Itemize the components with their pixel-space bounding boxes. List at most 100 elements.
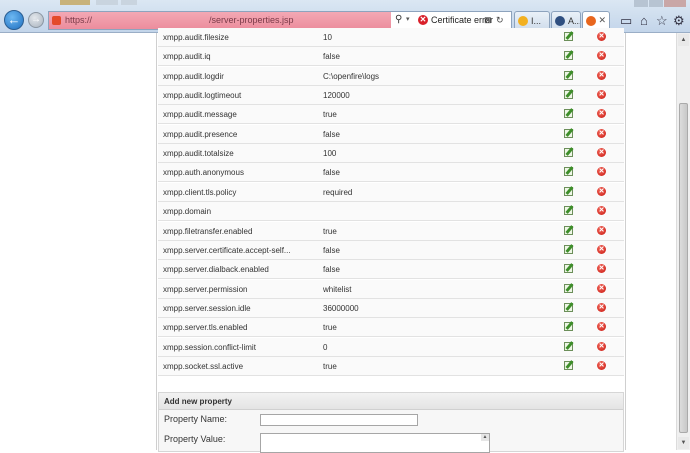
- property-row: xmpp.audit.logtimeout 120000 ✕: [158, 86, 624, 106]
- edit-icon[interactable]: [564, 302, 573, 312]
- property-row: xmpp.domain ✕: [158, 202, 624, 222]
- delete-icon[interactable]: ✕: [597, 90, 606, 100]
- edit-icon[interactable]: [564, 360, 573, 370]
- add-property-header: Add new property: [159, 393, 623, 410]
- minimize-button[interactable]: [634, 0, 648, 7]
- edit-icon[interactable]: [564, 32, 573, 41]
- forward-button[interactable]: →: [28, 12, 44, 28]
- favorites-star-icon[interactable]: ☆: [656, 14, 668, 27]
- close-window-button[interactable]: [664, 0, 686, 7]
- property-row: xmpp.audit.totalsize 100 ✕: [158, 144, 624, 164]
- edit-icon[interactable]: [564, 186, 573, 196]
- edit-icon[interactable]: [564, 109, 573, 119]
- property-row: xmpp.socket.ssl.active true ✕: [158, 356, 624, 376]
- property-name-input[interactable]: [260, 414, 418, 426]
- taskbar-item: [96, 0, 118, 5]
- delete-icon[interactable]: ✕: [597, 264, 606, 274]
- edit-icon[interactable]: [564, 264, 573, 274]
- delete-icon[interactable]: ✕: [597, 244, 606, 254]
- back-button[interactable]: ←: [4, 10, 24, 30]
- property-row: xmpp.audit.filesize 10 ✕: [158, 28, 624, 47]
- edit-icon[interactable]: [564, 167, 573, 177]
- property-row: xmpp.audit.presence false ✕: [158, 124, 624, 144]
- property-row: xmpp.server.certificate.accept-self... fa…: [158, 240, 624, 260]
- scroll-down-arrow-icon[interactable]: ▼: [678, 437, 689, 449]
- window-buttons: [633, 0, 686, 8]
- property-value: C:\openfire\logs: [323, 71, 380, 81]
- property-row: xmpp.session.conflict-limit 0 ✕: [158, 337, 624, 357]
- edit-icon[interactable]: [564, 225, 573, 235]
- edit-icon[interactable]: [564, 90, 573, 100]
- edit-icon[interactable]: [564, 206, 573, 216]
- property-name: xmpp.audit.totalsize: [163, 149, 234, 159]
- certificate-error-icon[interactable]: ✕: [418, 15, 428, 25]
- scrollbar-thumb[interactable]: [679, 103, 688, 433]
- delete-icon[interactable]: ✕: [597, 360, 606, 370]
- delete-icon[interactable]: ✕: [597, 70, 606, 80]
- property-name: xmpp.server.permission: [163, 284, 248, 294]
- textarea-scroll-up-icon[interactable]: ▲: [481, 434, 489, 441]
- delete-icon[interactable]: ✕: [597, 186, 606, 196]
- property-name: xmpp.session.conflict-limit: [163, 342, 256, 352]
- delete-icon[interactable]: ✕: [597, 32, 606, 41]
- property-name: xmpp.server.session.idle: [163, 303, 251, 313]
- delete-icon[interactable]: ✕: [597, 148, 606, 158]
- dropdown-caret-icon[interactable]: ▾: [406, 15, 410, 23]
- delete-icon[interactable]: ✕: [597, 302, 606, 312]
- edit-icon[interactable]: [564, 283, 573, 293]
- new-tab-button[interactable]: ▭: [620, 14, 632, 27]
- property-row: xmpp.server.tls.enabled true ✕: [158, 318, 624, 338]
- property-name: xmpp.audit.filesize: [163, 33, 229, 42]
- delete-icon[interactable]: ✕: [597, 341, 606, 351]
- settings-gear-icon[interactable]: ⚙: [673, 14, 685, 27]
- property-name: xmpp.domain: [163, 207, 212, 217]
- taskbar-item: [60, 0, 90, 5]
- delete-icon[interactable]: ✕: [597, 283, 606, 293]
- delete-icon[interactable]: ✕: [597, 51, 606, 61]
- address-host: https://: [65, 15, 93, 25]
- edit-icon[interactable]: [564, 128, 573, 138]
- property-name: xmpp.audit.iq: [163, 52, 211, 62]
- delete-icon[interactable]: ✕: [597, 109, 606, 119]
- delete-icon[interactable]: ✕: [597, 128, 606, 138]
- delete-icon[interactable]: ✕: [597, 206, 606, 216]
- tab-favicon-icon: [555, 16, 565, 26]
- delete-icon[interactable]: ✕: [597, 322, 606, 332]
- edit-icon[interactable]: [564, 51, 573, 61]
- property-name: xmpp.audit.logtimeout: [163, 91, 242, 101]
- scroll-up-arrow-icon[interactable]: ▲: [678, 34, 689, 46]
- property-value: false: [323, 265, 340, 275]
- edit-icon[interactable]: [564, 244, 573, 254]
- home-icon[interactable]: ⌂: [640, 14, 648, 27]
- search-icon[interactable]: ⚲: [395, 14, 402, 25]
- delete-icon[interactable]: ✕: [597, 167, 606, 177]
- property-row: xmpp.audit.logdir C:\openfire\logs ✕: [158, 66, 624, 86]
- property-value: 36000000: [323, 303, 359, 313]
- tab-close-icon[interactable]: ✕: [598, 15, 606, 26]
- page-content: xmpp.audit.filesize 10 ✕ xmpp.audit.iq false…: [0, 28, 676, 453]
- property-name: xmpp.client.tls.policy: [163, 187, 237, 197]
- content-border-right: [625, 33, 626, 450]
- edit-icon[interactable]: [564, 341, 573, 351]
- property-value: required: [323, 187, 353, 197]
- property-value: true: [323, 226, 337, 236]
- property-value: 0: [323, 342, 328, 352]
- property-value: 100: [323, 149, 337, 159]
- property-value: false: [323, 245, 340, 255]
- property-row: xmpp.server.dialback.enabled false ✕: [158, 260, 624, 280]
- page-scrollbar[interactable]: ▲ ▼: [676, 33, 690, 450]
- maximize-button[interactable]: [649, 0, 663, 7]
- property-value: false: [323, 129, 340, 139]
- edit-icon[interactable]: [564, 322, 573, 332]
- property-row: xmpp.client.tls.policy required ✕: [158, 182, 624, 202]
- property-row: xmpp.auth.anonymous false ✕: [158, 163, 624, 183]
- property-row: xmpp.server.session.idle 36000000 ✕: [158, 298, 624, 318]
- property-value: true: [323, 361, 337, 371]
- property-name: xmpp.server.tls.enabled: [163, 323, 248, 333]
- property-value-textarea[interactable]: [260, 433, 490, 453]
- forward-arrow-icon: →: [31, 14, 41, 25]
- delete-icon[interactable]: ✕: [597, 225, 606, 235]
- back-arrow-icon: ←: [7, 12, 21, 27]
- edit-icon[interactable]: [564, 148, 573, 158]
- edit-icon[interactable]: [564, 70, 573, 80]
